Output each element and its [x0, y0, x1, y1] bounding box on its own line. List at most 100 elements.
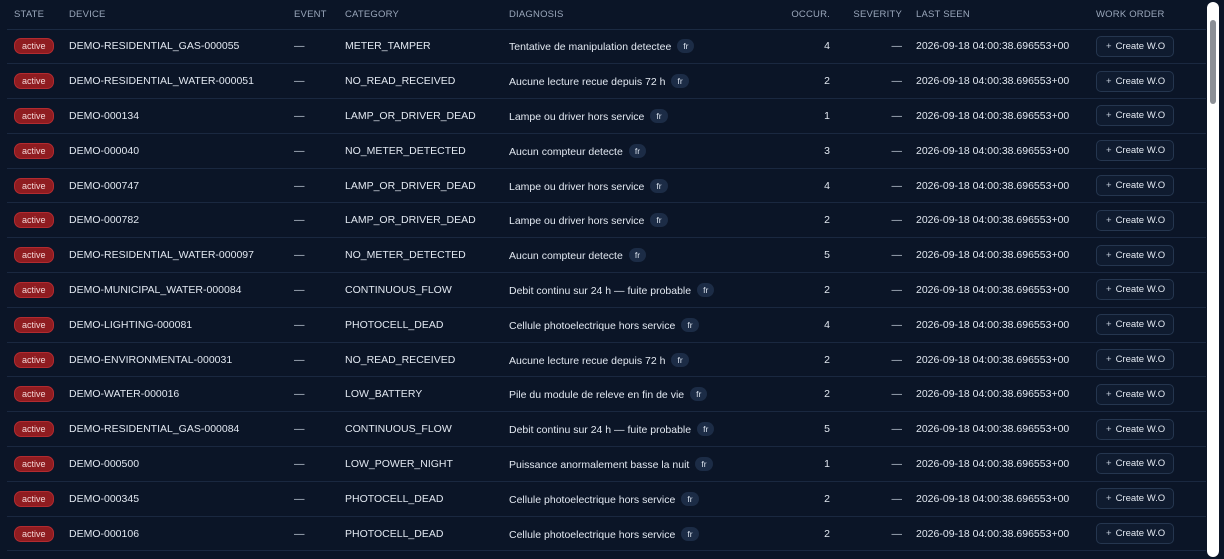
last-seen-cell: 2026-09-18 04:00:38.696553+00	[902, 272, 1096, 308]
language-badge: fr	[677, 39, 695, 54]
column-header-event[interactable]: EVENT	[294, 0, 345, 30]
device-cell[interactable]: DEMO-RESIDENTIAL_GAS-000055	[69, 29, 294, 65]
device-cell[interactable]: DEMO-LIGHTING-000081	[69, 307, 294, 343]
language-badge: fr	[628, 248, 647, 263]
language-badge: fr	[690, 387, 708, 402]
status-badge: active	[14, 525, 54, 542]
table-row[interactable]: active DEMO-WATER-000016— LOW_BATTERY Pile …	[7, 376, 1206, 413]
table-row[interactable]: active DEMO-000345— PHOTOCELL_DEAD Cellule …	[7, 481, 1206, 517]
vertical-scrollbar[interactable]	[1207, 2, 1219, 557]
create-work-order-button[interactable]: + Create W.O	[1096, 70, 1175, 92]
diagnosis-cell: Lampe ou driver hors service fr	[509, 202, 774, 239]
column-header-state[interactable]: STATE	[7, 0, 69, 30]
language-badge: fr	[671, 352, 689, 367]
occurrences-cell: 2	[774, 63, 830, 100]
create-work-order-button[interactable]: + Create W.O	[1096, 105, 1175, 127]
device-cell[interactable]: DEMO-000345	[69, 481, 294, 517]
work-order-cell: + Create W.O	[1096, 411, 1206, 448]
table-row[interactable]: active DEMO-000040— NO_METER_DETECTED Aucun…	[7, 133, 1206, 169]
event-cell: —	[294, 342, 345, 378]
table-row[interactable]: active DEMO-RESIDENTIAL_WATER-000097— NO_M…	[7, 237, 1206, 274]
create-work-order-button[interactable]: + Create W.O	[1096, 453, 1175, 475]
table-row[interactable]: active DEMO-000747— LAMP_OR_DRIVER_DEAD Lam…	[7, 168, 1206, 204]
create-work-order-button[interactable]: + Create W.O	[1096, 418, 1175, 440]
column-header-last-seen[interactable]: LAST SEEN	[902, 0, 1096, 30]
create-work-order-button[interactable]: + Create W.O	[1096, 349, 1175, 371]
language-badge: fr	[697, 422, 715, 437]
device-cell[interactable]: DEMO-RESIDENTIAL_GAS-000084	[69, 411, 294, 448]
occurrences-cell: 1	[774, 98, 830, 134]
table-header-row: STATE DEVICE EVENT CATEGORY DIAGNOSIS OC…	[7, 0, 1206, 30]
create-work-order-button[interactable]: + Create W.O	[1096, 175, 1175, 197]
diagnosis-cell: Cellule photoelectrique hors service fr	[509, 481, 774, 517]
create-work-order-label: Create W.O	[1115, 75, 1166, 87]
work-order-cell: + Create W.O	[1096, 63, 1206, 100]
device-cell[interactable]: DEMO-000040	[69, 133, 294, 169]
device-cell[interactable]: DEMO-000106	[69, 516, 294, 552]
diagnosis-text: Pile du module de releve en fin de vie	[509, 389, 685, 402]
occurrences-cell: 2	[774, 342, 830, 378]
diagnosis-text: Aucune lecture recue depuis 72 h	[509, 354, 666, 367]
create-work-order-button[interactable]: + Create W.O	[1096, 523, 1175, 545]
category-cell: LAMP_OR_DRIVER_DEAD	[345, 98, 509, 134]
create-work-order-button[interactable]: + Create W.O	[1096, 279, 1175, 301]
diagnosis-cell: Debit continu sur 24 h — fuite probable f…	[509, 272, 774, 308]
device-cell[interactable]: DEMO-ENVIRONMENTAL-000031	[69, 342, 294, 378]
device-cell[interactable]: DEMO-000134	[69, 98, 294, 134]
create-work-order-label: Create W.O	[1115, 284, 1166, 296]
create-work-order-button[interactable]: + Create W.O	[1096, 209, 1175, 231]
column-header-diagnosis[interactable]: DIAGNOSIS	[509, 0, 774, 30]
last-seen-cell: 2026-09-18 04:00:38.696553+00	[902, 168, 1096, 204]
table-row[interactable]: active DEMO-MUNICIPAL_WATER-000084— CONTIN…	[7, 272, 1206, 308]
occurrences-cell: 4	[774, 168, 830, 204]
work-order-cell: + Create W.O	[1096, 237, 1206, 274]
occurrences-cell: 3	[774, 133, 830, 169]
device-cell[interactable]: DEMO-RESIDENTIAL_WATER-000051	[69, 63, 294, 100]
column-header-category[interactable]: CATEGORY	[345, 0, 509, 30]
create-work-order-label: Create W.O	[1115, 214, 1166, 226]
scrollbar-thumb[interactable]	[1210, 20, 1216, 104]
table-row[interactable]: active DEMO-RESIDENTIAL_GAS-000055— METER_…	[7, 29, 1206, 65]
create-work-order-button[interactable]: + Create W.O	[1096, 383, 1175, 405]
table-row[interactable]: active DEMO-LIGHTING-000081— PHOTOCELL_DEA…	[7, 307, 1206, 343]
device-cell[interactable]: DEMO-WATER-000016	[69, 376, 294, 413]
severity-cell: —	[830, 29, 902, 65]
table-row[interactable]: active DEMO-000782— LAMP_OR_DRIVER_DEAD Lam…	[7, 202, 1206, 239]
column-header-severity[interactable]: SEVERITY	[830, 0, 902, 30]
event-cell: —	[294, 29, 345, 65]
table-row[interactable]: active DEMO-ENVIRONMENTAL-000031— NO_READ_…	[7, 342, 1206, 378]
device-cell[interactable]: DEMO-000500	[69, 446, 294, 482]
table-row[interactable]: active DEMO-000106— PHOTOCELL_DEAD Cellule …	[7, 516, 1206, 552]
create-work-order-button[interactable]: + Create W.O	[1096, 244, 1175, 266]
column-header-device[interactable]: DEVICE	[69, 0, 294, 30]
status-badge: active	[14, 351, 54, 368]
diagnosis-cell: Aucune lecture recue depuis 72 h fr	[509, 342, 774, 378]
table-row[interactable]: active DEMO-RESIDENTIAL_WATER-000051— NO_R…	[7, 63, 1206, 100]
work-order-cell: + Create W.O	[1096, 516, 1206, 552]
table-row[interactable]: active DEMO-RESIDENTIAL_GAS-000084— CONTIN…	[7, 411, 1206, 448]
table-row[interactable]: active DEMO-000500— LOW_POWER_NIGHT Puissan…	[7, 446, 1206, 482]
create-work-order-button[interactable]: + Create W.O	[1096, 140, 1175, 162]
plus-icon: +	[1106, 458, 1112, 470]
event-cell: —	[294, 411, 345, 448]
table-row[interactable]: active DEMO-000134— LAMP_OR_DRIVER_DEAD Lam…	[7, 98, 1206, 134]
create-work-order-button[interactable]: + Create W.O	[1096, 488, 1175, 510]
create-work-order-button[interactable]: + Create W.O	[1096, 314, 1175, 336]
diagnosis-cell: Debit continu sur 24 h — fuite probable f…	[509, 411, 774, 448]
severity-cell: —	[830, 376, 902, 413]
plus-icon: +	[1106, 319, 1112, 331]
severity-cell: —	[830, 63, 902, 100]
diagnosis-text: Debit continu sur 24 h — fuite probable	[509, 424, 692, 437]
column-header-occurrences[interactable]: OCCUR.	[774, 0, 830, 30]
device-cell[interactable]: DEMO-RESIDENTIAL_WATER-000097	[69, 237, 294, 274]
device-cell[interactable]: DEMO-MUNICIPAL_WATER-000084	[69, 272, 294, 308]
event-cell: —	[294, 446, 345, 482]
diagnosis-cell: Lampe ou driver hors service fr	[509, 98, 774, 134]
status-badge: active	[14, 177, 54, 194]
diagnosis-text: Aucun compteur detecte	[509, 250, 623, 263]
device-cell[interactable]: DEMO-000747	[69, 168, 294, 204]
state-cell: active	[7, 237, 69, 274]
create-work-order-button[interactable]: + Create W.O	[1096, 35, 1175, 57]
device-cell[interactable]: DEMO-000782	[69, 202, 294, 239]
state-cell: active	[7, 202, 69, 239]
